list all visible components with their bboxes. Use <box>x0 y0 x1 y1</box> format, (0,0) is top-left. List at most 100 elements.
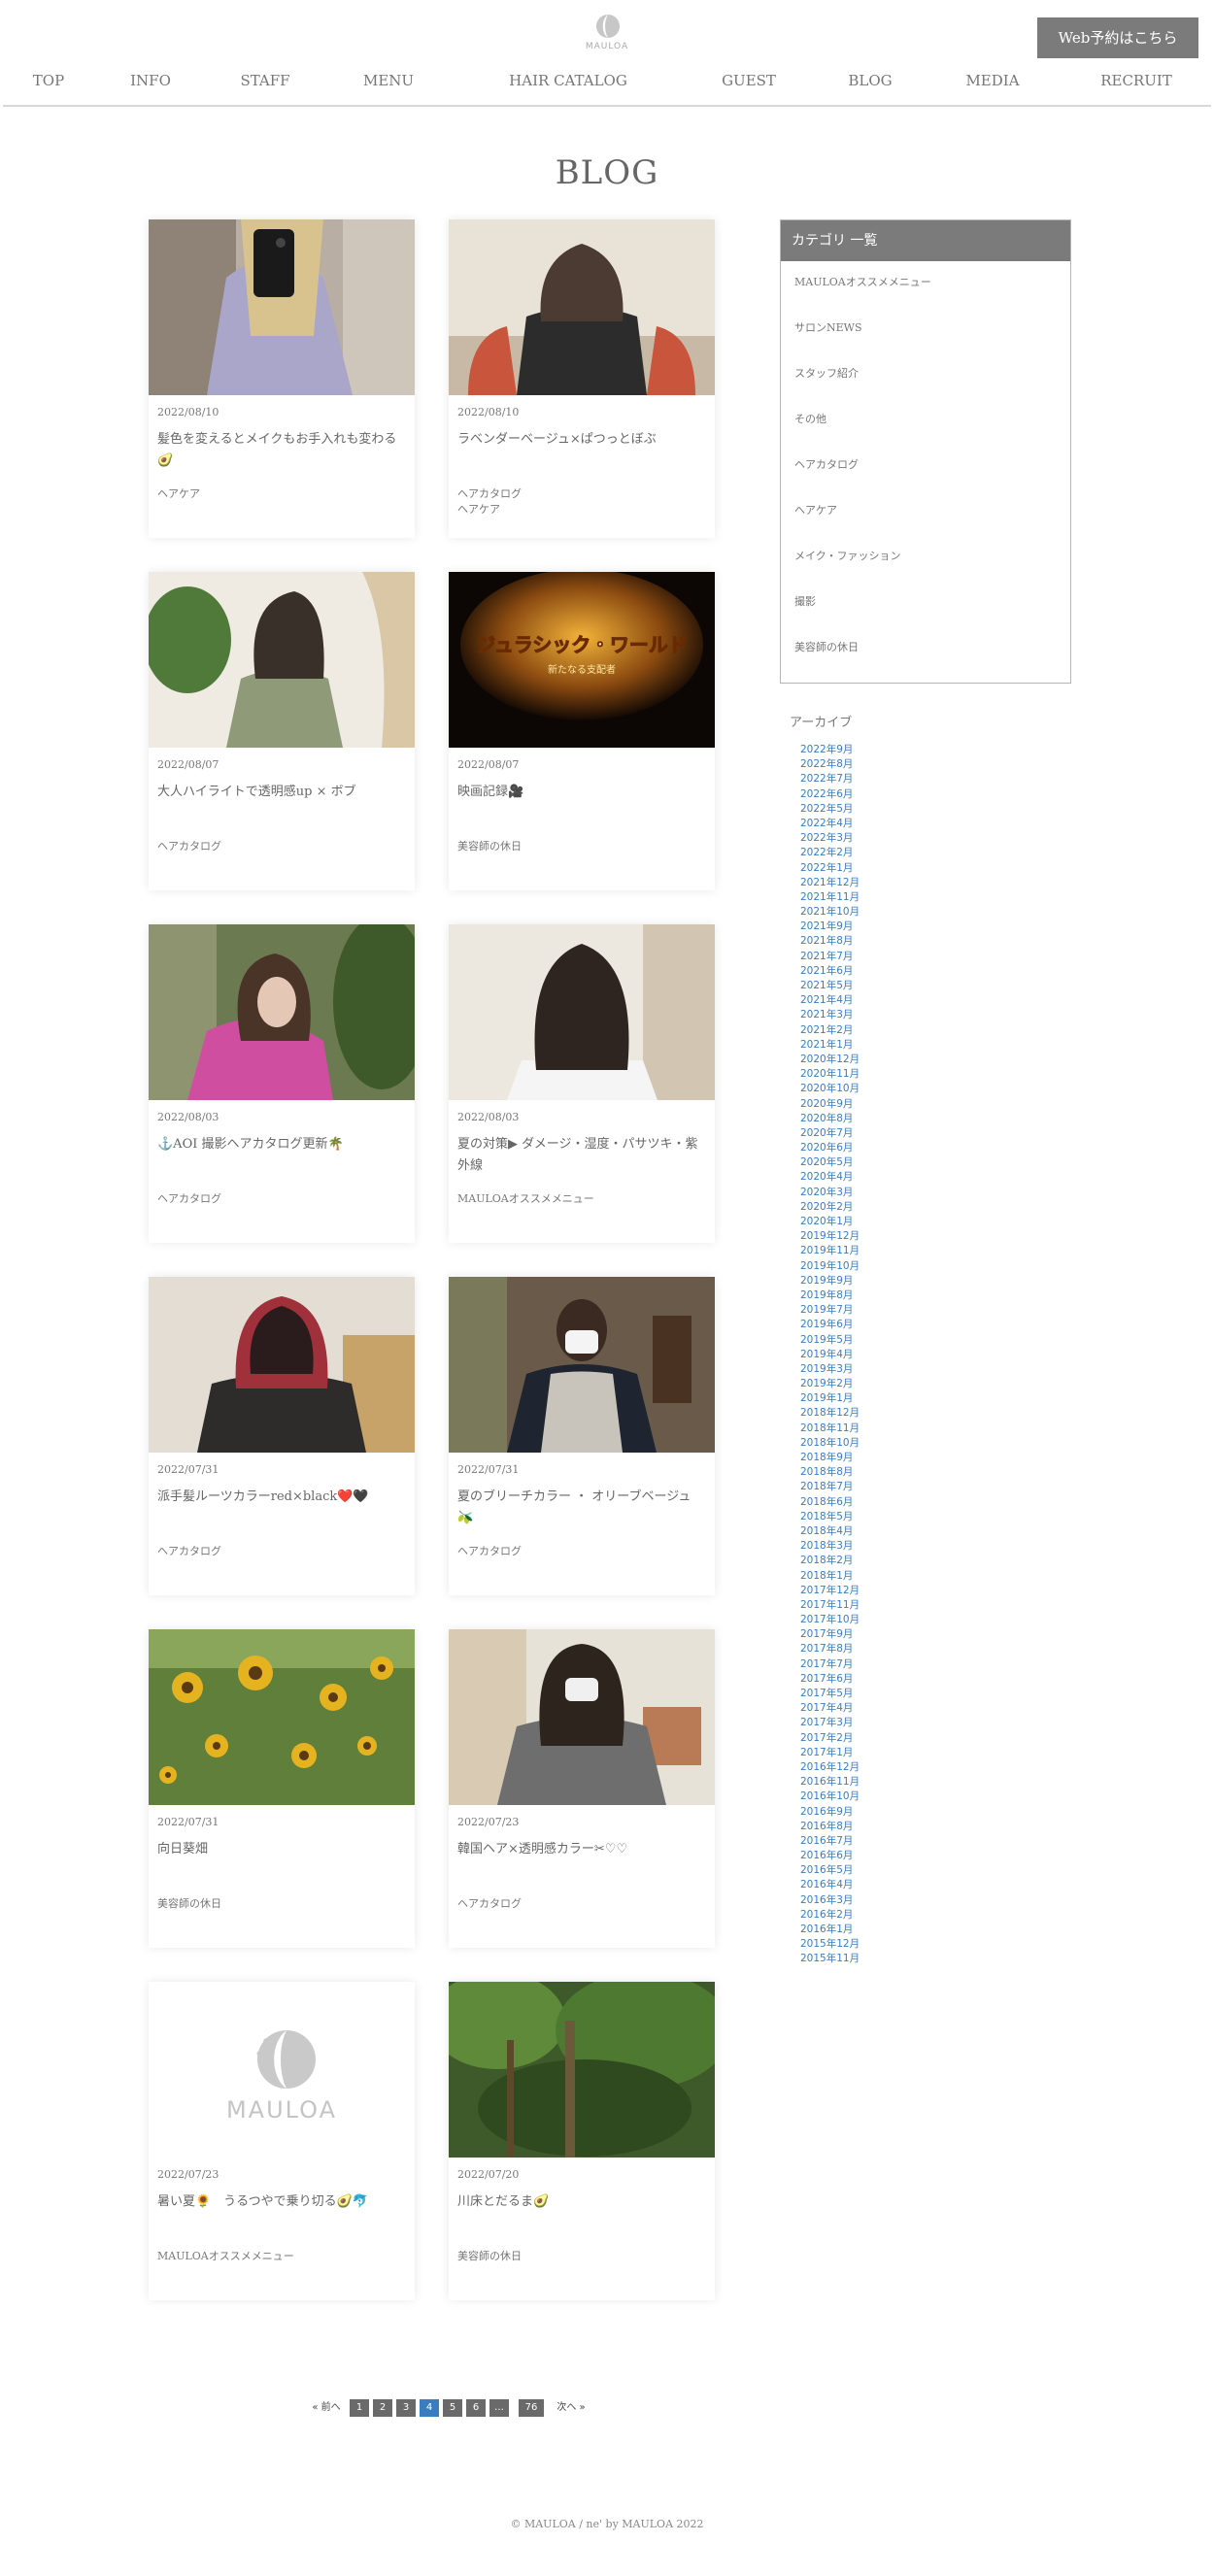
post-thumbnail[interactable] <box>149 1629 415 1805</box>
archive-link[interactable]: 2016年7月 <box>800 1834 860 1849</box>
post-title[interactable]: 川床とだるま🥑 <box>457 2191 706 2213</box>
archive-link[interactable]: 2021年10月 <box>800 905 860 920</box>
archive-link[interactable]: 2018年5月 <box>800 1510 860 1524</box>
archive-link[interactable]: 2016年1月 <box>800 1923 860 1937</box>
archive-link[interactable]: 2016年9月 <box>800 1805 860 1820</box>
post-card[interactable]: 2022/07/31 向日葵畑 美容師の休日 <box>149 1629 415 1948</box>
post-thumbnail[interactable]: MAULOA <box>149 1982 415 2158</box>
pagination-prev[interactable]: « 前へ <box>309 2399 344 2417</box>
archive-link[interactable]: 2022年9月 <box>800 743 860 757</box>
archive-link[interactable]: 2020年4月 <box>800 1170 860 1185</box>
archive-link[interactable]: 2016年11月 <box>800 1775 860 1790</box>
archive-link[interactable]: 2018年3月 <box>800 1539 860 1554</box>
post-category[interactable]: MAULOAオススメメニュー <box>157 2249 406 2264</box>
category-link[interactable]: 撮影 <box>794 593 931 639</box>
page-link[interactable]: 3 <box>396 2399 416 2417</box>
archive-link[interactable]: 2017年8月 <box>800 1642 860 1656</box>
archive-link[interactable]: 2020年10月 <box>800 1082 860 1096</box>
archive-link[interactable]: 2018年8月 <box>800 1465 860 1480</box>
post-card[interactable]: 2022/08/10 ラベンダーベージュ×ぱつっとぼぶ ヘアカタログ ヘアケア <box>449 219 715 538</box>
post-thumbnail[interactable] <box>449 219 715 395</box>
archive-link[interactable]: 2016年6月 <box>800 1849 860 1863</box>
archive-link[interactable]: 2019年8月 <box>800 1288 860 1303</box>
archive-link[interactable]: 2018年11月 <box>800 1422 860 1436</box>
post-thumbnail[interactable] <box>449 1982 715 2158</box>
post-title[interactable]: 向日葵畑 <box>157 1839 406 1860</box>
post-thumbnail[interactable] <box>149 924 415 1100</box>
post-category[interactable]: 美容師の休日 <box>457 839 706 854</box>
pagination-next[interactable]: 次へ » <box>554 2399 589 2417</box>
archive-link[interactable]: 2017年6月 <box>800 1672 860 1687</box>
page-link[interactable]: 2 <box>373 2399 392 2417</box>
archive-link[interactable]: 2020年12月 <box>800 1053 860 1067</box>
archive-link[interactable]: 2021年11月 <box>800 890 860 905</box>
archive-link[interactable]: 2017年1月 <box>800 1746 860 1760</box>
post-category[interactable]: MAULOAオススメメニュー <box>457 1191 706 1207</box>
post-thumbnail[interactable]: ジュラシック・ワールド 新たなる支配者 <box>449 572 715 748</box>
page-link[interactable]: 76 <box>519 2399 544 2417</box>
archive-link[interactable]: 2022年1月 <box>800 861 860 876</box>
archive-link[interactable]: 2019年6月 <box>800 1318 860 1332</box>
archive-link[interactable]: 2019年2月 <box>800 1377 860 1391</box>
archive-link[interactable]: 2017年9月 <box>800 1627 860 1642</box>
post-thumbnail[interactable] <box>449 1277 715 1453</box>
post-thumbnail[interactable] <box>449 1629 715 1805</box>
web-reservation-button[interactable]: Web予約はこちら <box>1037 17 1198 58</box>
nav-item-menu[interactable]: MENU <box>363 72 414 89</box>
post-card[interactable]: 2022/08/03 ⚓AOI 撮影ヘアカタログ更新🌴 ヘアカタログ <box>149 924 415 1243</box>
post-title[interactable]: 派手髪ルーツカラーred×black❤️🖤 <box>157 1487 406 1508</box>
archive-link[interactable]: 2021年4月 <box>800 993 860 1008</box>
archive-link[interactable]: 2018年2月 <box>800 1554 860 1568</box>
category-link[interactable]: ヘアケア <box>794 502 931 548</box>
post-category[interactable]: ヘアカタログ <box>457 486 706 502</box>
nav-item-staff[interactable]: STAFF <box>240 72 289 89</box>
archive-link[interactable]: 2022年4月 <box>800 817 860 831</box>
archive-link[interactable]: 2017年4月 <box>800 1701 860 1716</box>
archive-link[interactable]: 2022年2月 <box>800 846 860 860</box>
nav-item-top[interactable]: TOP <box>33 72 64 89</box>
archive-link[interactable]: 2020年1月 <box>800 1215 860 1229</box>
post-category[interactable]: ヘアカタログ <box>157 839 406 854</box>
post-title[interactable]: 暑い夏🌻 うるつやで乗り切る🥑🐬 <box>157 2191 406 2213</box>
archive-link[interactable]: 2020年8月 <box>800 1112 860 1126</box>
archive-link[interactable]: 2020年5月 <box>800 1155 860 1170</box>
archive-link[interactable]: 2022年7月 <box>800 772 860 786</box>
post-category[interactable]: ヘアカタログ <box>457 1544 706 1559</box>
archive-link[interactable]: 2017年2月 <box>800 1731 860 1746</box>
nav-item-recruit[interactable]: RECRUIT <box>1100 72 1172 89</box>
archive-link[interactable]: 2021年7月 <box>800 950 860 964</box>
archive-link[interactable]: 2018年6月 <box>800 1495 860 1510</box>
archive-link[interactable]: 2016年4月 <box>800 1878 860 1892</box>
post-category[interactable]: ヘアケア <box>457 502 706 518</box>
archive-link[interactable]: 2017年12月 <box>800 1584 860 1598</box>
archive-link[interactable]: 2019年7月 <box>800 1303 860 1318</box>
archive-link[interactable]: 2021年3月 <box>800 1008 860 1022</box>
archive-link[interactable]: 2018年4月 <box>800 1524 860 1539</box>
archive-link[interactable]: 2017年5月 <box>800 1687 860 1701</box>
archive-link[interactable]: 2018年9月 <box>800 1451 860 1465</box>
archive-link[interactable]: 2015年11月 <box>800 1952 860 1966</box>
post-title[interactable]: 夏のブリーチカラー ・ オリーブベージュ🫒 <box>457 1487 706 1529</box>
nav-item-guest[interactable]: GUEST <box>722 72 776 89</box>
archive-link[interactable]: 2016年8月 <box>800 1820 860 1834</box>
category-link[interactable]: MAULOAオススメメニュー <box>794 274 931 319</box>
post-title[interactable]: 映画記録🎥 <box>457 782 706 803</box>
post-thumbnail[interactable] <box>149 572 415 748</box>
post-title[interactable]: 大人ハイライトで透明感up × ボブ <box>157 782 406 803</box>
archive-link[interactable]: 2021年6月 <box>800 964 860 979</box>
archive-link[interactable]: 2022年3月 <box>800 831 860 846</box>
post-thumbnail[interactable] <box>149 219 415 395</box>
post-card[interactable]: MAULOA 2022/07/23 暑い夏🌻 うるつやで乗り切る🥑🐬 MAULO… <box>149 1982 415 2300</box>
page-link[interactable]: 6 <box>466 2399 486 2417</box>
post-title[interactable]: ラベンダーベージュ×ぱつっとぼぶ <box>457 429 706 451</box>
archive-link[interactable]: 2018年10月 <box>800 1436 860 1451</box>
post-title[interactable]: 夏の対策▶ ダメージ・湿度・パサツキ・紫外線 <box>457 1134 706 1177</box>
post-category[interactable]: 美容師の休日 <box>457 2249 706 2264</box>
post-card[interactable]: 2022/08/03 夏の対策▶ ダメージ・湿度・パサツキ・紫外線 MAULOA… <box>449 924 715 1243</box>
post-title[interactable]: 髪色を変えるとメイクもお手入れも変わる🥑 <box>157 429 406 472</box>
category-link[interactable]: サロンNEWS <box>794 319 931 365</box>
post-card[interactable]: 2022/07/31 夏のブリーチカラー ・ オリーブベージュ🫒 ヘアカタログ <box>449 1277 715 1595</box>
archive-link[interactable]: 2018年12月 <box>800 1406 860 1421</box>
archive-link[interactable]: 2021年2月 <box>800 1023 860 1038</box>
archive-link[interactable]: 2022年5月 <box>800 802 860 817</box>
